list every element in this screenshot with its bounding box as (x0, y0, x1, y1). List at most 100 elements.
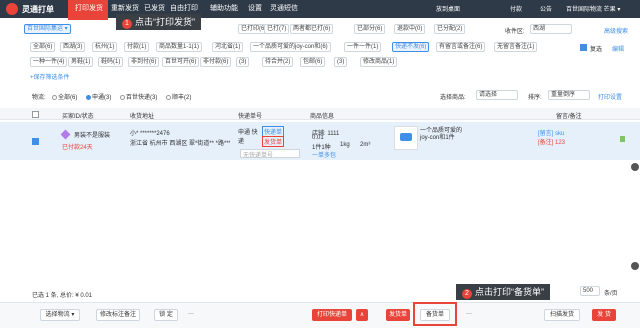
price-info: 0.01 (312, 135, 324, 141)
sort-dropdown[interactable]: 重量倒序 (548, 90, 590, 100)
highlight-print-tab (68, 0, 108, 20)
logistics-best[interactable]: 百世快递(3) (120, 92, 157, 101)
memo-note: [备注] 123 (538, 140, 566, 146)
logistics-sf-label: 顺丰(2) (172, 95, 192, 101)
filter-refund[interactable]: 退款中(0) (394, 24, 426, 34)
weight-info: 1kg (340, 142, 350, 148)
address-name: 小* *******2476 (130, 131, 170, 137)
col-tracking: 快递单号 (238, 114, 263, 120)
nav-sms[interactable]: 灵通短信 (270, 0, 298, 18)
free-link[interactable]: 付款 (510, 4, 522, 13)
radio-icon (86, 94, 91, 100)
modify-memo-button[interactable]: 修改标注备注 (96, 309, 140, 321)
repeat-checkbox[interactable] (580, 44, 587, 51)
tag-men-shoes[interactable]: 男鞋(1) (68, 57, 94, 67)
tag-not-cod[interactable]: 非到付(6) (128, 57, 160, 67)
highlight-stock-button (413, 302, 457, 326)
diamond-icon (60, 129, 71, 140)
tag-all[interactable]: 全部(6) (30, 42, 56, 52)
tag-one-each[interactable]: 一件一件(1) (344, 42, 382, 52)
select-goods-label: 选择商品: (440, 95, 466, 101)
desktop-link[interactable]: 放到桌面 (436, 4, 460, 13)
radio-icon (52, 94, 57, 100)
choose-logistics-button[interactable]: 选择物流 ▾ (40, 309, 80, 321)
user-menu[interactable]: 百世国际物流 芒果 ▾ (566, 4, 620, 13)
tag-xihu[interactable]: 西湖(3) (60, 42, 86, 52)
logistics-sto[interactable]: 申通(3) (86, 92, 111, 101)
logistics-all-label: 全部(6) (58, 95, 78, 101)
logistics-sto-label: 申通(3) (92, 95, 112, 101)
filter-both-printed[interactable]: 两者都已打(6) (290, 24, 334, 34)
save-filter-link[interactable]: +保存筛选条件 (30, 72, 70, 81)
tag-filter-row-2: 一种一件(4) 男鞋(1) 鞋码(1) 非到付(6) 百世可开(6) 非付款(6… (0, 57, 640, 69)
tag-hebei[interactable]: 河北省(1) (212, 42, 244, 52)
lock-button[interactable]: 锁 定 (154, 309, 178, 321)
receiver-input[interactable]: 西湖 (530, 24, 572, 34)
print-express-button[interactable]: 打印快递单 (312, 309, 352, 321)
courier-select[interactable]: 申通 快递 (238, 127, 258, 145)
advanced-search-link[interactable]: 高级搜索 (604, 26, 628, 35)
scroll-down-icon[interactable] (631, 262, 639, 270)
col-memo: 留言/备注 (556, 114, 582, 120)
tag-diamond[interactable]: (3) (334, 57, 348, 67)
receiver-label: 收件区: (505, 29, 525, 35)
address-line: 浙江省 杭州市 西湖区 翠*街道** *路*** 前*... (130, 141, 230, 147)
buyer-name: 男装不是服装 (74, 133, 111, 139)
tracking-input[interactable]: 无快递单号 (240, 149, 300, 159)
radio-icon (120, 94, 125, 100)
print-express-dropdown[interactable]: ∧ (356, 309, 368, 321)
filter-partial[interactable]: 已部分(6) (354, 24, 386, 34)
tag-qty[interactable]: 商品数量1-1(1) (156, 42, 203, 52)
status-filter-row: 百世国际集运 ▾ 已打印(6) 已打(7) 两者都已打(6) 已部分(6) 退款… (0, 24, 640, 36)
row-checkbox[interactable] (32, 138, 39, 145)
stock-more-button[interactable]: ··· (466, 311, 472, 317)
filter-assigned[interactable]: 已分配(2) (434, 24, 466, 34)
tag-joycon[interactable]: 一个品质可爱的joy-con和(6) (250, 42, 331, 52)
memo-message: [留言] sku (538, 131, 565, 137)
tag-size[interactable]: 鞋码(1) (98, 57, 124, 67)
scroll-up-icon[interactable] (631, 163, 639, 171)
tag-hangzhou[interactable]: 杭州(1) (92, 42, 118, 52)
filter-printed2[interactable]: 已打(7) (264, 24, 290, 34)
multi-package-link[interactable]: 一单多包 (312, 150, 336, 159)
tag-flag[interactable]: (3) (236, 57, 250, 67)
tag-no-memo[interactable]: 无留言备注(1) (494, 42, 538, 52)
ship-sheet-button[interactable]: 发货单 (386, 309, 410, 321)
save-filter-row: +保存筛选条件 (0, 72, 640, 82)
logistics-label: 物流: (32, 95, 46, 101)
radio-icon (166, 94, 171, 100)
logistics-sf[interactable]: 顺丰(2) (166, 92, 191, 101)
nav-settings[interactable]: 设置 (248, 0, 262, 18)
more-options-button[interactable]: ··· (188, 311, 194, 317)
tag-modify-goods[interactable]: 修改商品(1) (360, 57, 398, 67)
tag-free-ship[interactable]: 包邮(6) (300, 57, 326, 67)
tag-has-memo[interactable]: 有留言或备注(6) (436, 42, 486, 52)
selection-summary: 已选 1 条, 总价: ¥ 0.01 (32, 293, 93, 299)
print-settings-link[interactable]: 打印设置 (598, 92, 622, 101)
tag-one-piece[interactable]: 一种一件(4) (30, 57, 68, 67)
edit-link[interactable]: 编辑 (612, 44, 624, 53)
table-row[interactable]: 男装不是服装 已付款24天 小* *******2476 浙江省 杭州市 西湖区… (0, 122, 640, 160)
tag-no-ship[interactable]: 快递不发(6) (392, 42, 430, 52)
tag-ship-sheet[interactable]: 发货单 (262, 136, 285, 147)
tag-paid[interactable]: 付款(1) (124, 42, 150, 52)
logistics-all[interactable]: 全部(6) (52, 92, 77, 101)
sort-label: 排序: (528, 95, 542, 101)
tag-best-open[interactable]: 百世可开(6) (162, 57, 200, 67)
select-all-checkbox[interactable] (32, 111, 39, 118)
notice-link[interactable]: 公告 (540, 4, 552, 13)
flag-icon[interactable] (620, 136, 625, 142)
scan-ship-button[interactable]: 扫描发货 (544, 309, 580, 321)
shop-select[interactable]: 百世国际集运 ▾ (24, 24, 71, 34)
goods-name: 一个品质可爱的joy-con和1件 (420, 128, 463, 141)
app-title: 灵通打单 (22, 5, 54, 14)
product-image-icon (400, 133, 412, 141)
nav-assist[interactable]: 辅助功能 (210, 0, 238, 18)
ship-button[interactable]: 发 货 (592, 309, 616, 321)
col-buyer: 买家ID/状态 (62, 114, 94, 120)
tag-to-merge[interactable]: 待合并(2) (262, 57, 294, 67)
tag-filter-row: 全部(6) 西湖(3) 杭州(1) 付款(1) 商品数量1-1(1) 河北省(1… (0, 42, 640, 54)
select-goods-dropdown[interactable]: 请选择 (476, 90, 518, 100)
repeat-label: 复选 (590, 47, 603, 53)
tag-not-paid[interactable]: 非付款(6) (200, 57, 232, 67)
